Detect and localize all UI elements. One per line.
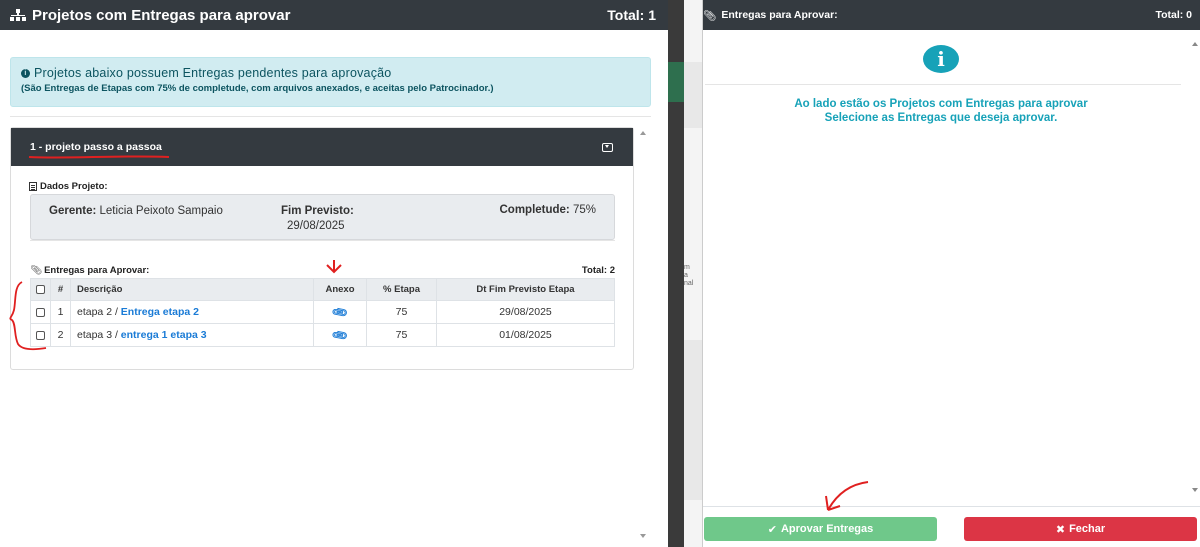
info-message: Projetos abaixo possuem Entregas pendent…	[34, 66, 392, 80]
annotation-arrow-to-approve	[825, 481, 869, 511]
divider	[10, 116, 651, 117]
info-icon: i	[923, 45, 959, 73]
attachment-icon[interactable]: 📎︎	[331, 303, 349, 321]
dt-fim-previsto: 29/08/2025	[436, 300, 615, 324]
gerente-label: Gerente:	[49, 205, 97, 217]
entrega-link[interactable]: Entrega etapa 2	[121, 306, 199, 318]
project-card-header[interactable]: 1 - projeto passo a passoa	[11, 128, 633, 166]
paperclip-icon: 📎︎	[30, 265, 43, 276]
etapa-percent: 75	[366, 300, 437, 324]
entregas-label: Entregas para Aprovar:	[44, 265, 150, 276]
projects-panel-header: Projetos com Entregas para aprovar Total…	[0, 0, 668, 30]
info-note: (São Entregas de Etapas com 75% de compl…	[21, 83, 494, 94]
close-icon: ✖	[1055, 523, 1066, 536]
paperclip-icon: 📎︎	[703, 9, 717, 22]
divider	[30, 240, 615, 241]
instruction-line: Selecione as Entregas que deseja aprovar…	[824, 112, 1058, 124]
entrega-link[interactable]: entrega 1 etapa 3	[121, 329, 207, 341]
fim-previsto-value: 29/08/2025	[287, 220, 345, 232]
completude-value: 75%	[572, 204, 596, 216]
projects-total: Total: 1	[607, 7, 656, 23]
fim-previsto-label: Fim Previsto:	[281, 205, 354, 217]
approve-button[interactable]: ✔ Aprovar Entregas	[704, 517, 937, 541]
info-icon: i	[21, 68, 30, 78]
annotation-bracket	[9, 281, 47, 351]
approval-panel-title: Entregas para Aprovar:	[721, 9, 838, 21]
entregas-table: # Descrição Anexo % Etapa Dt Fim Previst…	[30, 278, 615, 347]
divider	[705, 84, 1181, 85]
scroll-down-arrow-icon[interactable]	[1192, 488, 1198, 492]
etapa-name: etapa 3 /	[77, 329, 121, 341]
etapa-percent: 75	[366, 323, 437, 347]
completude-label: Completude:	[499, 204, 570, 216]
projects-panel-title: Projetos com Entregas para aprovar	[32, 6, 291, 24]
close-button-label: Fechar	[1069, 523, 1106, 535]
gerente-value: Leticia Peixoto Sampaio	[99, 205, 223, 217]
info-alert: i Projetos abaixo possuem Entregas pende…	[10, 57, 651, 107]
collapse-toggle-icon[interactable]	[602, 142, 613, 152]
divider	[703, 506, 1200, 507]
background-page: m a nal	[684, 0, 702, 547]
table-header-row: # Descrição Anexo % Etapa Dt Fim Previst…	[30, 278, 615, 301]
scroll-down-arrow-icon[interactable]	[640, 534, 646, 538]
column-header: Descrição	[70, 278, 314, 301]
column-header: Anexo	[313, 278, 367, 301]
close-button[interactable]: ✖ Fechar	[964, 517, 1197, 541]
approve-button-label: Aprovar Entregas	[780, 523, 874, 535]
approval-panel-header: 📎︎ Entregas para Aprovar: Total: 0	[703, 0, 1200, 30]
project-details: Gerente: Leticia Peixoto Sampaio Fim Pre…	[30, 194, 615, 240]
backdrop-strip	[668, 0, 684, 547]
entregas-total: Total: 2	[581, 265, 615, 276]
column-header: #	[50, 278, 71, 301]
screen: Projetos com Entregas para aprovar Total…	[0, 0, 1200, 547]
column-header: % Etapa	[366, 278, 437, 301]
row-number: 2	[50, 323, 71, 347]
document-icon	[29, 182, 37, 191]
annotation-underline	[28, 155, 170, 159]
scrollbar[interactable]	[1190, 30, 1200, 500]
check-icon: ✔	[767, 523, 777, 536]
approval-panel: 📎︎ Entregas para Aprovar: Total: 0 i Ao …	[702, 0, 1200, 547]
approval-total: Total: 0	[1155, 9, 1192, 21]
dt-fim-previsto: 01/08/2025	[436, 323, 615, 347]
background-text: m a nal	[684, 264, 694, 287]
table-row: 1 etapa 2 / Entrega etapa 2 📎︎ 75 29/08/…	[30, 300, 615, 324]
sitemap-icon	[10, 9, 26, 21]
dados-projeto-label: Dados Projeto:	[40, 181, 108, 192]
table-row: 2 etapa 3 / entrega 1 etapa 3 📎︎ 75 01/0…	[30, 323, 615, 347]
scrollbar[interactable]	[637, 127, 649, 540]
project-card: 1 - projeto passo a passoa Dados Projeto…	[10, 127, 634, 370]
annotation-arrow-down	[326, 260, 342, 274]
approval-instructions: Ao lado estão os Projetos com Entregas p…	[703, 97, 1179, 125]
row-number: 1	[50, 300, 71, 324]
instruction-line: Ao lado estão os Projetos com Entregas p…	[794, 98, 1088, 110]
scroll-up-arrow-icon[interactable]	[640, 131, 646, 135]
etapa-name: etapa 2 /	[77, 306, 121, 318]
attachment-icon[interactable]: 📎︎	[331, 326, 349, 344]
project-title: 1 - projeto passo a passoa	[30, 141, 162, 153]
scroll-up-arrow-icon[interactable]	[1192, 42, 1198, 46]
column-header: Dt Fim Previsto Etapa	[436, 278, 615, 301]
